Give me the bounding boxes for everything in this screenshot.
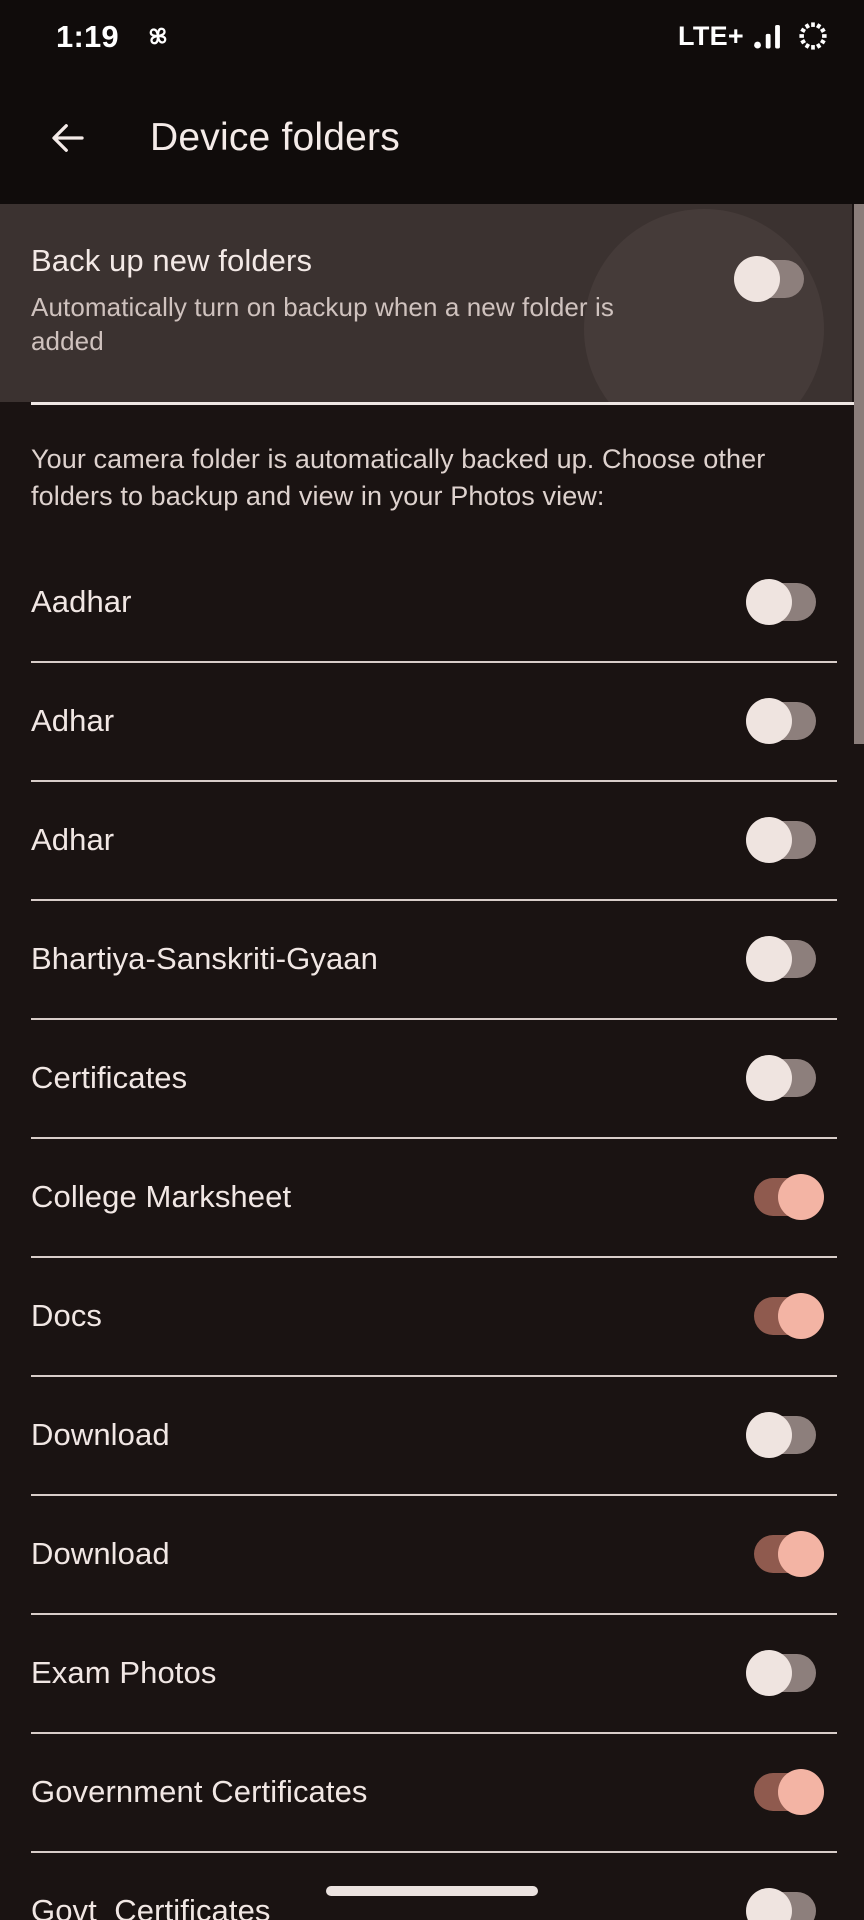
folder-name-label: Download xyxy=(31,1417,170,1452)
folder-toggle-wrap xyxy=(754,1769,824,1815)
folder-backup-toggle[interactable] xyxy=(754,1531,824,1577)
folder-name-label: Download xyxy=(31,1536,170,1571)
toggle-thumb xyxy=(734,256,780,302)
toggle-thumb xyxy=(746,1650,792,1696)
battery-spinner-icon xyxy=(796,19,830,53)
folder-name-label: Exam Photos xyxy=(31,1655,217,1690)
folder-row[interactable]: Docs xyxy=(0,1258,864,1375)
folder-row[interactable]: Government Certificates xyxy=(0,1734,864,1851)
device-screen: 1:19 LTE+ Device folders Back up new fol… xyxy=(0,0,864,1920)
folder-toggle-wrap xyxy=(746,1055,816,1101)
network-type-label: LTE+ xyxy=(678,20,744,51)
folder-row[interactable]: Aadhar xyxy=(0,544,864,661)
toggle-thumb xyxy=(778,1769,824,1815)
folder-toggle-wrap xyxy=(754,1293,824,1339)
backup-new-folders-subtitle: Automatically turn on backup when a new … xyxy=(31,292,614,357)
folder-toggle-wrap xyxy=(754,1531,824,1577)
folder-backup-toggle[interactable] xyxy=(746,817,816,863)
folder-name-label: Docs xyxy=(31,1298,103,1333)
status-bar-left: 1:19 xyxy=(56,19,175,53)
status-bar-clock: 1:19 xyxy=(56,18,119,54)
folder-backup-toggle[interactable] xyxy=(746,1055,816,1101)
list-description: Your camera folder is automatically back… xyxy=(31,444,766,512)
backup-new-folders-toggle[interactable] xyxy=(734,256,804,302)
backup-new-folders-row[interactable]: Back up new folders Automatically turn o… xyxy=(0,204,852,402)
folder-name-label: Adhar xyxy=(31,822,115,857)
folder-toggle-wrap xyxy=(746,1650,816,1696)
folder-name-label: Bhartiya-Sanskriti-Gyaan xyxy=(31,941,378,976)
folder-toggle-wrap xyxy=(746,936,816,982)
folder-name-label: Certificates xyxy=(31,1060,188,1095)
folder-row[interactable]: Certificates xyxy=(0,1020,864,1137)
folder-row[interactable]: Download xyxy=(0,1377,864,1494)
app-bar: Device folders xyxy=(0,72,864,204)
folder-row[interactable]: Adhar xyxy=(0,782,864,899)
status-bar-right: LTE+ xyxy=(678,19,830,53)
folder-row[interactable]: Adhar xyxy=(0,663,864,780)
backup-new-folders-switch-wrap xyxy=(734,256,804,302)
vertical-scrollbar-thumb[interactable] xyxy=(854,204,864,744)
folder-toggle-wrap xyxy=(746,817,816,863)
folder-name-label: Aadhar xyxy=(31,584,132,619)
folder-backup-toggle[interactable] xyxy=(746,936,816,982)
back-arrow-icon xyxy=(47,117,89,159)
folder-row[interactable]: Download xyxy=(0,1496,864,1613)
toggle-thumb xyxy=(778,1531,824,1577)
folder-name-label: College Marksheet xyxy=(31,1179,292,1214)
folder-backup-toggle[interactable] xyxy=(746,698,816,744)
folder-backup-toggle[interactable] xyxy=(754,1769,824,1815)
status-bar: 1:19 LTE+ xyxy=(0,0,864,72)
toggle-thumb xyxy=(746,1055,792,1101)
toggle-thumb xyxy=(746,817,792,863)
toggle-thumb xyxy=(746,579,792,625)
folder-row[interactable]: Exam Photos xyxy=(0,1615,864,1732)
toggle-thumb xyxy=(778,1174,824,1220)
folder-backup-toggle[interactable] xyxy=(746,1888,816,1920)
toggle-thumb xyxy=(746,1412,792,1458)
back-button[interactable] xyxy=(30,100,106,176)
folder-name-label: Govt Certificates xyxy=(31,1893,271,1920)
settings-scroll-container[interactable]: Back up new folders Automatically turn o… xyxy=(0,204,864,1920)
page-title: Device folders xyxy=(150,116,400,159)
toggle-thumb xyxy=(746,936,792,982)
folder-toggle-wrap xyxy=(754,1174,824,1220)
home-indicator[interactable] xyxy=(326,1886,538,1896)
folder-toggle-wrap xyxy=(746,1412,816,1458)
folder-backup-toggle[interactable] xyxy=(746,1650,816,1696)
folder-name-label: Government Certificates xyxy=(31,1774,368,1809)
vertical-scrollbar-track[interactable] xyxy=(854,204,864,1920)
toggle-thumb xyxy=(778,1293,824,1339)
signal-bars-icon xyxy=(753,21,787,51)
folder-row[interactable]: College Marksheet xyxy=(0,1139,864,1256)
folder-backup-toggle[interactable] xyxy=(754,1293,824,1339)
folder-backup-toggle[interactable] xyxy=(754,1174,824,1220)
folder-toggle-wrap xyxy=(746,1888,816,1920)
folder-row[interactable]: Bhartiya-Sanskriti-Gyaan xyxy=(0,901,864,1018)
folder-toggle-wrap xyxy=(746,698,816,744)
folder-name-label: Adhar xyxy=(31,703,115,738)
backup-new-folders-texts: Back up new folders Automatically turn o… xyxy=(0,243,670,359)
toggle-thumb xyxy=(746,698,792,744)
folder-list: Aadhar Adhar Adhar Bhartiya-Sanskriti-Gyaan… xyxy=(0,544,864,1920)
backup-new-folders-title: Back up new folders xyxy=(31,243,313,278)
pinwheel-icon xyxy=(141,19,175,53)
folder-toggle-wrap xyxy=(746,579,816,625)
folder-backup-toggle[interactable] xyxy=(746,1412,816,1458)
folder-backup-toggle[interactable] xyxy=(746,579,816,625)
